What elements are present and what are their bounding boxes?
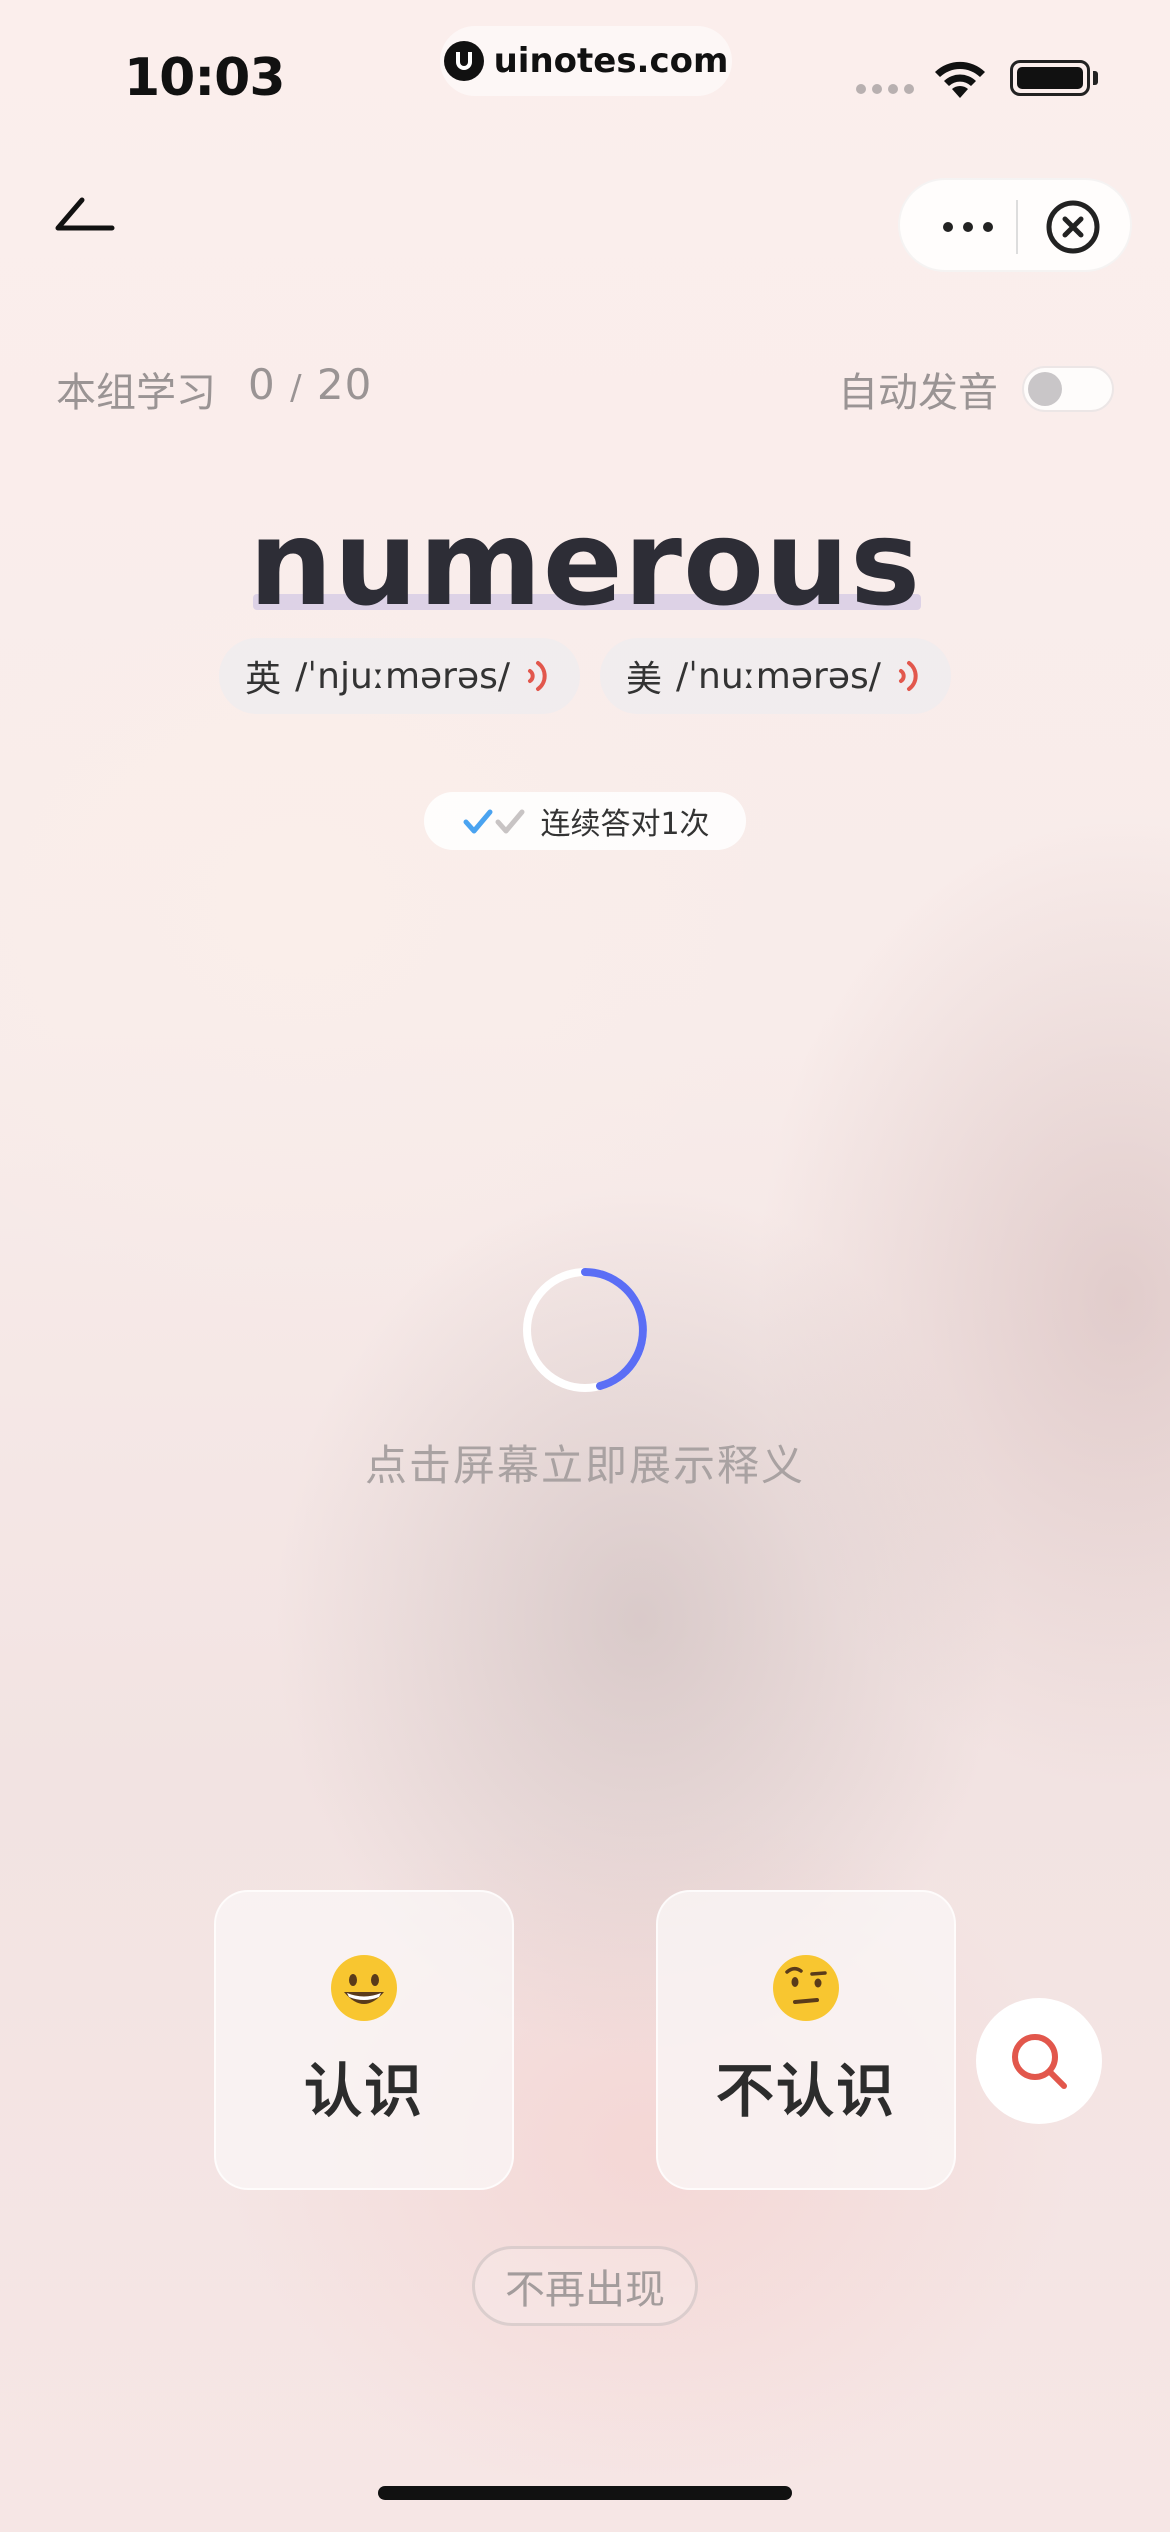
url-text: uinotes.com <box>493 41 729 81</box>
check-marks-icon <box>463 809 525 834</box>
streak-text: 连续答对1次 <box>540 807 710 842</box>
word-label: numerous <box>248 494 922 632</box>
status-time: 10:03 <box>124 48 286 108</box>
progress-current: 0 <box>248 360 276 409</box>
streak-badge: 连续答对1次 <box>424 792 746 850</box>
progress-total: 20 <box>316 360 373 409</box>
search-icon <box>1012 2034 1067 2089</box>
auto-pronounce-label: 自动发音 <box>838 370 998 416</box>
phonetics-row: 英 /ˈnjuːmərəs/ 美 /ˈnuːmərəs/ <box>0 638 1170 714</box>
mini-program-capsule <box>898 178 1132 272</box>
countdown-spinner-icon <box>523 1268 647 1392</box>
speaker-icon <box>898 661 918 691</box>
battery-tip <box>1093 71 1098 85</box>
never-show-button[interactable]: 不再出现 <box>472 2246 698 2326</box>
know-button[interactable]: 认识 <box>214 1890 514 2190</box>
url-pill: uinotes.com <box>440 26 732 96</box>
progress-separator: / <box>290 368 303 408</box>
battery-icon <box>1010 60 1090 96</box>
back-icon[interactable] <box>52 196 116 236</box>
phonetic-lang: 英 <box>245 659 282 700</box>
unknown-label: 不认识 <box>715 2057 896 2125</box>
group-progress-label: 本组学习 <box>56 370 216 416</box>
close-icon[interactable] <box>1044 198 1102 256</box>
site-logo-icon <box>443 41 484 81</box>
raised-eyebrow-face-icon <box>773 1955 839 2021</box>
phonetic-ipa: /ˈnuːmərəs/ <box>676 655 881 697</box>
word-container: numerous <box>0 488 1170 638</box>
grinning-face-icon <box>331 1955 397 2021</box>
phonetic-lang: 美 <box>626 659 663 700</box>
phonetic-ipa: /ˈnjuːmərəs/ <box>295 655 510 697</box>
know-label: 认识 <box>303 2057 424 2125</box>
phonetic-us[interactable]: 美 /ˈnuːmərəs/ <box>600 638 951 714</box>
cellular-signal-icon <box>856 84 914 94</box>
more-icon[interactable] <box>938 212 998 242</box>
phonetic-uk[interactable]: 英 /ˈnjuːmərəs/ <box>219 638 580 714</box>
tap-to-reveal-hint[interactable]: 点击屏幕立即展示释义 <box>0 1432 1170 1493</box>
wifi-icon <box>935 61 985 98</box>
speaker-icon <box>528 661 547 691</box>
group-progress-count: 0 / 20 <box>248 360 372 409</box>
unknown-button[interactable]: 不认识 <box>656 1890 956 2190</box>
search-button[interactable] <box>976 1998 1102 2124</box>
auto-pronounce-toggle[interactable] <box>1022 366 1114 412</box>
home-indicator <box>378 2486 792 2500</box>
capsule-divider <box>1016 200 1018 254</box>
word-text: numerous <box>249 488 922 638</box>
